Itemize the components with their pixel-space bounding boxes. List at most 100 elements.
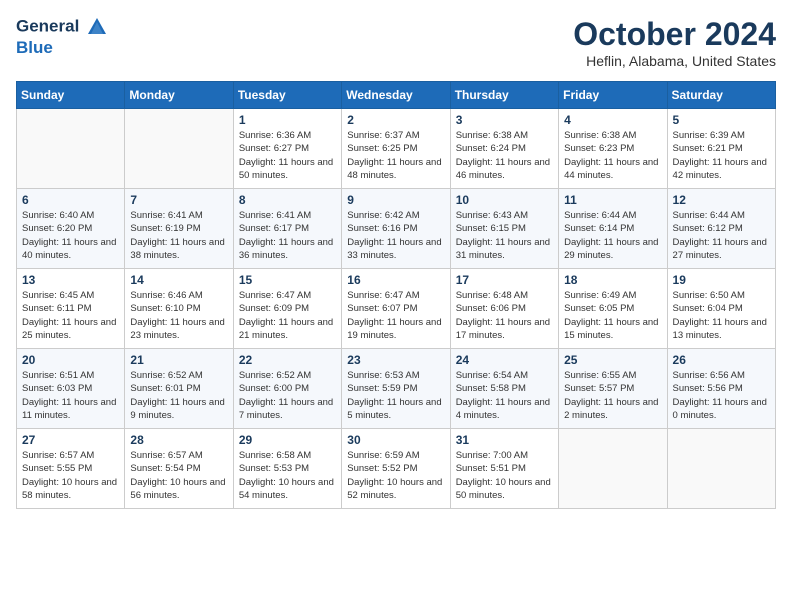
calendar-cell: 13 Sunrise: 6:45 AM Sunset: 6:11 PM Dayli…	[17, 269, 125, 349]
day-info: Sunrise: 6:51 AM Sunset: 6:03 PM Dayligh…	[22, 369, 119, 422]
calendar-cell: 24Sunrise: 6:54 AM Sunset: 5:58 PM Dayli…	[450, 349, 558, 429]
week-row-4: 20 Sunrise: 6:51 AM Sunset: 6:03 PM Dayli…	[17, 349, 776, 429]
day-number: 24	[456, 353, 553, 367]
calendar-cell	[667, 429, 775, 509]
day-number: 18	[564, 273, 661, 287]
day-info: Sunrise: 6:45 AM Sunset: 6:11 PM Dayligh…	[22, 289, 119, 342]
logo-text-line2: Blue	[16, 38, 108, 58]
day-number: 1	[239, 113, 336, 127]
page-header: General Blue October 2024 Heflin, Alabam…	[16, 16, 776, 69]
day-number: 16	[347, 273, 444, 287]
calendar-cell: 7Sunrise: 6:41 AM Sunset: 6:19 PM Daylig…	[125, 189, 233, 269]
day-number: 20	[22, 353, 119, 367]
day-number: 22	[239, 353, 336, 367]
day-info: Sunrise: 6:50 AM Sunset: 6:04 PM Dayligh…	[673, 289, 770, 342]
week-row-3: 13 Sunrise: 6:45 AM Sunset: 6:11 PM Dayli…	[17, 269, 776, 349]
calendar-cell: 5 Sunrise: 6:39 AM Sunset: 6:21 PM Daylig…	[667, 109, 775, 189]
day-info: Sunrise: 6:47 AM Sunset: 6:07 PM Dayligh…	[347, 289, 444, 342]
calendar-cell: 27 Sunrise: 6:57 AM Sunset: 5:55 PM Dayli…	[17, 429, 125, 509]
day-number: 23	[347, 353, 444, 367]
day-number: 5	[673, 113, 770, 127]
calendar-cell: 15 Sunrise: 6:47 AM Sunset: 6:09 PM Dayli…	[233, 269, 341, 349]
calendar-cell: 29 Sunrise: 6:58 AM Sunset: 5:53 PM Dayli…	[233, 429, 341, 509]
calendar-cell	[17, 109, 125, 189]
day-number: 25	[564, 353, 661, 367]
calendar-cell: 21 Sunrise: 6:52 AM Sunset: 6:01 PM Dayli…	[125, 349, 233, 429]
calendar-cell: 12 Sunrise: 6:44 AM Sunset: 6:12 PM Dayli…	[667, 189, 775, 269]
calendar-cell: 20 Sunrise: 6:51 AM Sunset: 6:03 PM Dayli…	[17, 349, 125, 429]
day-number: 12	[673, 193, 770, 207]
day-number: 14	[130, 273, 227, 287]
day-info: Sunrise: 6:58 AM Sunset: 5:53 PM Dayligh…	[239, 449, 336, 502]
calendar-cell: 31Sunrise: 7:00 AM Sunset: 5:51 PM Dayli…	[450, 429, 558, 509]
day-number: 21	[130, 353, 227, 367]
calendar-header-friday: Friday	[559, 82, 667, 109]
calendar-cell	[559, 429, 667, 509]
week-row-1: 1 Sunrise: 6:36 AM Sunset: 6:27 PM Daylig…	[17, 109, 776, 189]
calendar-header-monday: Monday	[125, 82, 233, 109]
day-number: 11	[564, 193, 661, 207]
logo: General Blue	[16, 16, 108, 58]
calendar-cell	[125, 109, 233, 189]
logo-text-line1: General	[16, 16, 108, 38]
calendar-cell: 10 Sunrise: 6:43 AM Sunset: 6:15 PM Dayli…	[450, 189, 558, 269]
day-info: Sunrise: 6:40 AM Sunset: 6:20 PM Dayligh…	[22, 209, 119, 262]
calendar-header-thursday: Thursday	[450, 82, 558, 109]
day-number: 31	[456, 433, 553, 447]
calendar-cell: 17Sunrise: 6:48 AM Sunset: 6:06 PM Dayli…	[450, 269, 558, 349]
calendar-cell: 19Sunrise: 6:50 AM Sunset: 6:04 PM Dayli…	[667, 269, 775, 349]
day-info: Sunrise: 6:43 AM Sunset: 6:15 PM Dayligh…	[456, 209, 553, 262]
calendar-cell: 6 Sunrise: 6:40 AM Sunset: 6:20 PM Daylig…	[17, 189, 125, 269]
calendar-header-tuesday: Tuesday	[233, 82, 341, 109]
day-number: 2	[347, 113, 444, 127]
title-block: October 2024 Heflin, Alabama, United Sta…	[573, 16, 776, 69]
calendar-header-wednesday: Wednesday	[342, 82, 450, 109]
day-info: Sunrise: 6:52 AM Sunset: 6:00 PM Dayligh…	[239, 369, 336, 422]
calendar-cell: 1 Sunrise: 6:36 AM Sunset: 6:27 PM Daylig…	[233, 109, 341, 189]
calendar-cell: 11 Sunrise: 6:44 AM Sunset: 6:14 PM Dayli…	[559, 189, 667, 269]
day-info: Sunrise: 6:57 AM Sunset: 5:55 PM Dayligh…	[22, 449, 119, 502]
calendar-cell: 30Sunrise: 6:59 AM Sunset: 5:52 PM Dayli…	[342, 429, 450, 509]
location: Heflin, Alabama, United States	[573, 53, 776, 69]
day-info: Sunrise: 6:49 AM Sunset: 6:05 PM Dayligh…	[564, 289, 661, 342]
day-info: Sunrise: 6:41 AM Sunset: 6:17 PM Dayligh…	[239, 209, 336, 262]
day-number: 6	[22, 193, 119, 207]
day-info: Sunrise: 6:44 AM Sunset: 6:14 PM Dayligh…	[564, 209, 661, 262]
day-info: Sunrise: 6:48 AM Sunset: 6:06 PM Dayligh…	[456, 289, 553, 342]
calendar-cell: 2Sunrise: 6:37 AM Sunset: 6:25 PM Daylig…	[342, 109, 450, 189]
calendar-cell: 28Sunrise: 6:57 AM Sunset: 5:54 PM Dayli…	[125, 429, 233, 509]
calendar-cell: 9 Sunrise: 6:42 AM Sunset: 6:16 PM Daylig…	[342, 189, 450, 269]
day-info: Sunrise: 6:57 AM Sunset: 5:54 PM Dayligh…	[130, 449, 227, 502]
calendar-cell: 8 Sunrise: 6:41 AM Sunset: 6:17 PM Daylig…	[233, 189, 341, 269]
day-number: 13	[22, 273, 119, 287]
calendar-cell: 3Sunrise: 6:38 AM Sunset: 6:24 PM Daylig…	[450, 109, 558, 189]
day-info: Sunrise: 6:38 AM Sunset: 6:23 PM Dayligh…	[564, 129, 661, 182]
day-number: 27	[22, 433, 119, 447]
day-number: 26	[673, 353, 770, 367]
day-number: 10	[456, 193, 553, 207]
day-info: Sunrise: 6:44 AM Sunset: 6:12 PM Dayligh…	[673, 209, 770, 262]
day-info: Sunrise: 6:47 AM Sunset: 6:09 PM Dayligh…	[239, 289, 336, 342]
calendar-cell: 16 Sunrise: 6:47 AM Sunset: 6:07 PM Dayli…	[342, 269, 450, 349]
calendar-cell: 18 Sunrise: 6:49 AM Sunset: 6:05 PM Dayli…	[559, 269, 667, 349]
day-number: 29	[239, 433, 336, 447]
calendar-table: SundayMondayTuesdayWednesdayThursdayFrid…	[16, 81, 776, 509]
day-info: Sunrise: 6:53 AM Sunset: 5:59 PM Dayligh…	[347, 369, 444, 422]
day-number: 9	[347, 193, 444, 207]
day-info: Sunrise: 6:52 AM Sunset: 6:01 PM Dayligh…	[130, 369, 227, 422]
day-number: 15	[239, 273, 336, 287]
calendar-cell: 23 Sunrise: 6:53 AM Sunset: 5:59 PM Dayli…	[342, 349, 450, 429]
month-title: October 2024	[573, 16, 776, 53]
day-info: Sunrise: 6:46 AM Sunset: 6:10 PM Dayligh…	[130, 289, 227, 342]
calendar-header-row: SundayMondayTuesdayWednesdayThursdayFrid…	[17, 82, 776, 109]
day-info: Sunrise: 6:59 AM Sunset: 5:52 PM Dayligh…	[347, 449, 444, 502]
week-row-2: 6 Sunrise: 6:40 AM Sunset: 6:20 PM Daylig…	[17, 189, 776, 269]
day-number: 8	[239, 193, 336, 207]
calendar-cell: 22 Sunrise: 6:52 AM Sunset: 6:00 PM Dayli…	[233, 349, 341, 429]
day-info: Sunrise: 6:39 AM Sunset: 6:21 PM Dayligh…	[673, 129, 770, 182]
calendar-cell: 25Sunrise: 6:55 AM Sunset: 5:57 PM Dayli…	[559, 349, 667, 429]
week-row-5: 27 Sunrise: 6:57 AM Sunset: 5:55 PM Dayli…	[17, 429, 776, 509]
calendar-cell: 4Sunrise: 6:38 AM Sunset: 6:23 PM Daylig…	[559, 109, 667, 189]
day-info: Sunrise: 6:42 AM Sunset: 6:16 PM Dayligh…	[347, 209, 444, 262]
day-info: Sunrise: 6:36 AM Sunset: 6:27 PM Dayligh…	[239, 129, 336, 182]
